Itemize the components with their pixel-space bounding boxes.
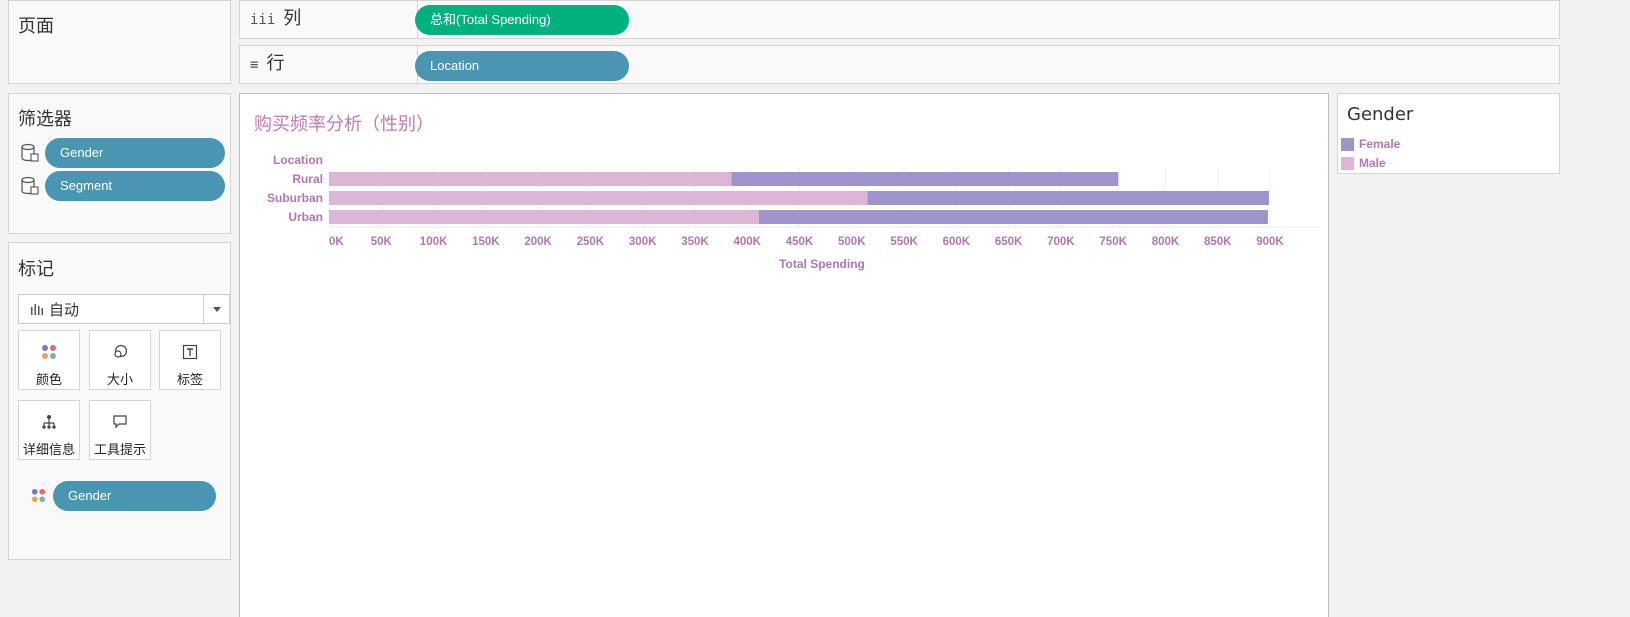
x-tick-label: 50K (371, 236, 393, 248)
x-tick-label: 500K (838, 236, 866, 248)
filter-pill-segment[interactable]: Segment (45, 171, 225, 201)
rows-pill-location[interactable]: Location (415, 51, 629, 81)
detail-button[interactable]: 详细信息 (18, 400, 80, 460)
x-tick-label: 300K (629, 236, 657, 248)
pages-panel: 页面 (8, 0, 231, 84)
label-button-label: 标签 (176, 373, 203, 388)
marks-pill-gender[interactable]: Gender (53, 481, 216, 511)
text-label-icon (182, 344, 198, 360)
female-swatch (1341, 138, 1354, 151)
columns-icon: iii (250, 12, 276, 28)
database-icon (21, 143, 39, 162)
row-header-label: Location (273, 153, 323, 167)
filters-title: 筛选器 (18, 109, 72, 130)
rows-shelf[interactable]: ≡ 行 Location (239, 45, 1560, 84)
chevron-down-icon[interactable] (203, 295, 229, 323)
mark-type-dropdown[interactable]: 自动 (18, 294, 230, 324)
columns-label: 列 (283, 8, 302, 29)
bar-female-urban (758, 210, 1268, 224)
bar-female-rural (731, 172, 1119, 186)
x-tick-label: 700K (1047, 236, 1075, 248)
x-tick-label: 150K (472, 236, 500, 248)
x-tick-label: 200K (524, 236, 552, 248)
bar-chart: Location Rural Suburban Urban 0K 50K 100K 150K 2… (267, 153, 1320, 271)
x-tick-label: 0K (329, 236, 344, 248)
bar-chart-icon (31, 304, 43, 315)
bar-male-urban (329, 210, 759, 224)
color-icon (42, 345, 56, 359)
detail-icon (42, 415, 56, 429)
x-tick-label: 900K (1256, 236, 1284, 248)
color-button[interactable]: 颜色 (18, 330, 80, 390)
legend-label-male: Male (1359, 156, 1386, 170)
columns-shelf[interactable]: iii 列 总和(Total Spending) (239, 0, 1560, 39)
pages-title: 页面 (18, 16, 54, 37)
male-swatch (1341, 157, 1354, 170)
filters-panel: 筛选器 Gender Segment (8, 93, 231, 234)
size-button[interactable]: 大小 (89, 330, 151, 390)
x-tick-label: 650K (995, 236, 1023, 248)
columns-pill-total-spending[interactable]: 总和(Total Spending) (415, 5, 629, 35)
bar-male-suburban (329, 191, 868, 205)
x-tick-label: 350K (681, 236, 709, 248)
tooltip-icon (113, 415, 127, 429)
legend-item-male[interactable]: Male (1341, 155, 1557, 171)
color-button-label: 颜色 (35, 373, 62, 388)
x-tick-label: 750K (1099, 236, 1127, 248)
x-tick-label: 800K (1152, 236, 1180, 248)
filter-pill-gender[interactable]: Gender (45, 138, 225, 168)
gender-legend: Gender Female Male (1337, 93, 1560, 174)
category-label: Rural (292, 172, 323, 186)
tooltip-button[interactable]: 工具提示 (89, 400, 151, 460)
x-tick-label: 100K (420, 236, 448, 248)
marks-panel: 标记 自动 颜色 大小 标签 详细信息 工具提示 Gender (8, 242, 231, 560)
rows-label: 行 (266, 53, 285, 74)
worksheet-view: 购买频率分析（性别） Location Rural Suburban Urban 0K 5… (239, 93, 1329, 617)
x-tick-label: 600K (943, 236, 971, 248)
x-tick-label: 850K (1204, 236, 1232, 248)
category-label: Suburban (267, 191, 323, 205)
x-tick-label: 550K (890, 236, 918, 248)
size-button-label: 大小 (106, 373, 133, 388)
tooltip-button-label: 工具提示 (93, 443, 146, 458)
x-tick-label: 250K (577, 236, 605, 248)
category-label: Urban (288, 210, 323, 224)
chart-title: 购买频率分析（性别） (254, 114, 434, 135)
label-button[interactable]: 标签 (159, 330, 221, 390)
mark-type-label: 自动 (49, 301, 80, 319)
bar-female-suburban (867, 191, 1269, 205)
bar-male-rural (329, 172, 732, 186)
detail-button-label: 详细信息 (22, 443, 75, 458)
legend-item-female[interactable]: Female (1341, 136, 1557, 152)
x-tick-label: 450K (786, 236, 814, 248)
rows-shelf-label: ≡ 行 (240, 46, 418, 83)
marks-title: 标记 (18, 259, 54, 280)
size-icon (114, 344, 128, 358)
database-icon (21, 176, 39, 195)
x-axis-title: Total Spending (779, 257, 865, 271)
legend-label-female: Female (1359, 137, 1401, 151)
color-icon (31, 488, 46, 503)
x-tick-label: 400K (733, 236, 761, 248)
legend-title: Gender (1347, 104, 1414, 125)
columns-shelf-label: iii 列 (240, 1, 418, 38)
rows-icon: ≡ (250, 57, 259, 73)
